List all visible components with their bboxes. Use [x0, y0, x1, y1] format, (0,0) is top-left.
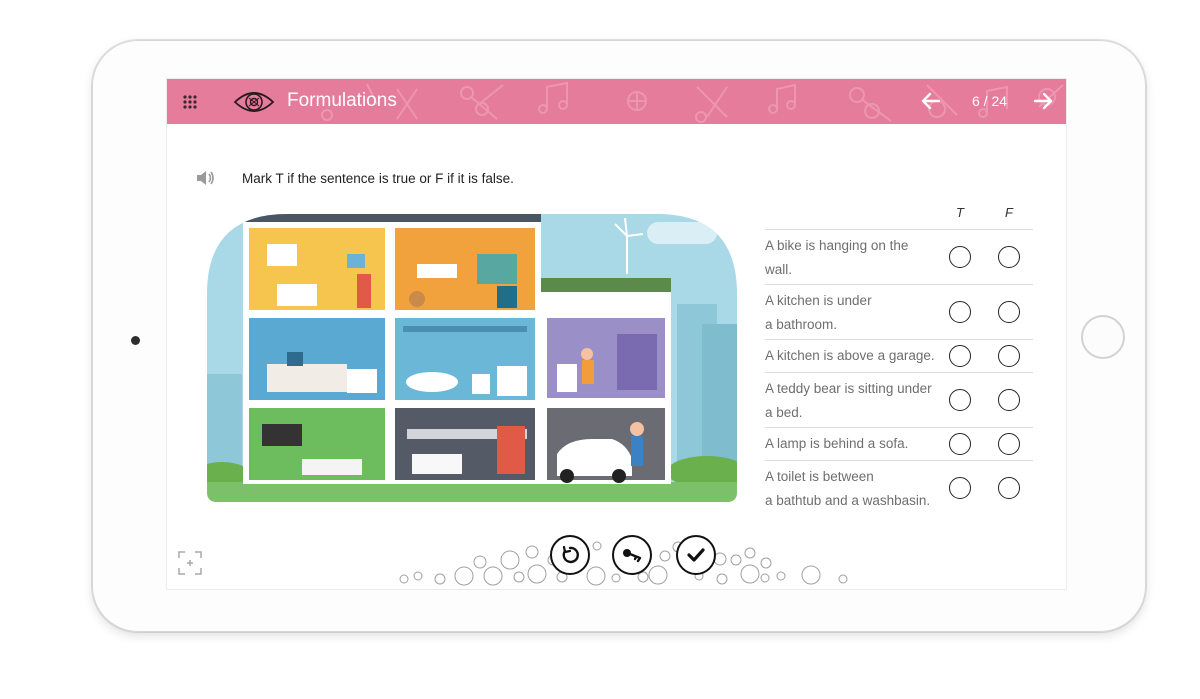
fullscreen-icon[interactable]	[178, 551, 202, 575]
retry-icon	[562, 545, 579, 564]
check-icon	[687, 548, 705, 562]
check-button[interactable]	[676, 535, 716, 575]
tablet-camera	[131, 336, 140, 345]
bubbles-decoration	[399, 541, 848, 586]
key-icon	[623, 549, 642, 563]
app-screen: Formulations 6 / 24 Mark T if the senten…	[166, 78, 1067, 590]
home-button[interactable]	[1081, 315, 1125, 359]
retry-button[interactable]	[550, 535, 590, 575]
answer-key-button[interactable]	[612, 535, 652, 575]
